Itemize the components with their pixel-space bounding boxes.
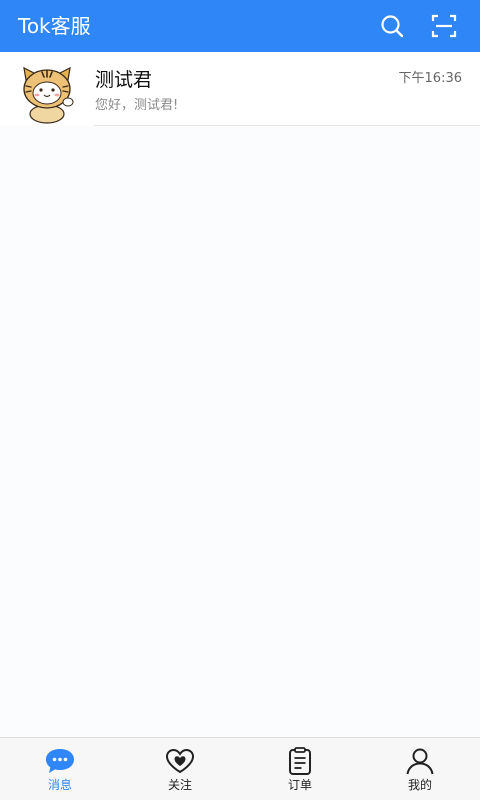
contact-name: 测试君 [95, 69, 153, 91]
avatar [16, 62, 78, 124]
search-icon [381, 15, 404, 38]
tab-profile[interactable]: 我的 [360, 738, 480, 800]
scan-icon [431, 14, 457, 38]
list-divider [94, 125, 480, 126]
scan-button[interactable] [429, 11, 459, 41]
conversation-item[interactable]: 测试君 您好，测试君! 下午16:36 [0, 52, 480, 126]
tab-follow[interactable]: 关注 [120, 738, 240, 800]
tab-orders[interactable]: 订单 [240, 738, 360, 800]
tiger-avatar-icon [23, 66, 74, 124]
tab-label: 订单 [287, 778, 312, 792]
conversation-list: 测试君 您好，测试君! 下午16:36 [0, 52, 480, 126]
person-icon [406, 748, 434, 775]
tab-icon-wrapper [44, 747, 76, 775]
last-message-preview: 您好，测试君! [95, 98, 179, 113]
app-root: Tok客服 测试君 您好，测试君! 下午16:36 消息 关注 订单 我的 [0, 0, 480, 800]
tab-label: 关注 [167, 778, 192, 792]
chat-bubble-icon [46, 749, 74, 773]
tab-icon-wrapper [284, 747, 316, 775]
heart-icon [165, 748, 195, 774]
tab-label: 消息 [47, 778, 72, 792]
tab-icon-wrapper [164, 747, 196, 775]
header-bar: Tok客服 [0, 0, 480, 52]
tab-messages[interactable]: 消息 [0, 738, 120, 800]
tab-icon-wrapper [404, 747, 436, 775]
message-timestamp: 下午16:36 [398, 71, 462, 86]
tab-label: 我的 [407, 778, 432, 792]
bottom-tab-bar: 消息 关注 订单 我的 [0, 737, 480, 800]
page-title: Tok客服 [18, 14, 91, 38]
search-button[interactable] [377, 11, 407, 41]
clipboard-icon [289, 747, 311, 775]
